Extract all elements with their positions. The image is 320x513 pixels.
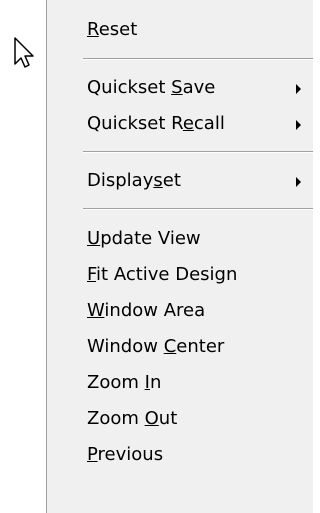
mouse-pointer-icon	[14, 37, 34, 68]
menu-item-label: Zoom Out	[87, 408, 178, 429]
menu-item-label: Previous	[87, 444, 164, 465]
menu-separator	[83, 151, 313, 153]
menu-item-label: Reset	[87, 19, 138, 40]
menu-item-label: Fit Active Design	[87, 264, 238, 285]
context-menu: Reset Quickset Save Quickset Recall Disp…	[46, 0, 313, 513]
menu-separator	[83, 208, 313, 210]
submenu-arrow-icon	[296, 84, 301, 94]
menu-item-label: Quickset Recall	[87, 113, 225, 134]
menu-item-reset[interactable]: Reset	[47, 12, 313, 48]
menu-item-label: Window Center	[87, 336, 225, 357]
screen: Reset Quickset Save Quickset Recall Disp…	[0, 0, 313, 513]
menu-item-window-area[interactable]: Window Area	[47, 293, 313, 329]
menu-item-quickset-save[interactable]: Quickset Save	[47, 70, 313, 106]
menu-item-previous[interactable]: Previous	[47, 437, 313, 473]
menu-item-label: Zoom In	[87, 372, 162, 393]
menu-separator	[83, 58, 313, 60]
menu-item-label: Displayset	[87, 170, 181, 191]
menu-item-update-view[interactable]: Update View	[47, 221, 313, 257]
menu-item-label: Window Area	[87, 300, 206, 321]
menu-item-quickset-recall[interactable]: Quickset Recall	[47, 106, 313, 142]
menu-item-displayset[interactable]: Displayset	[47, 163, 313, 199]
menu-item-window-center[interactable]: Window Center	[47, 329, 313, 365]
menu-item-zoom-out[interactable]: Zoom Out	[47, 401, 313, 437]
submenu-arrow-icon	[296, 177, 301, 187]
menu-item-zoom-in[interactable]: Zoom In	[47, 365, 313, 401]
menu-item-label: Update View	[87, 228, 201, 249]
menu-item-fit-active-design[interactable]: Fit Active Design	[47, 257, 313, 293]
submenu-arrow-icon	[296, 120, 301, 130]
menu-item-label: Quickset Save	[87, 77, 216, 98]
